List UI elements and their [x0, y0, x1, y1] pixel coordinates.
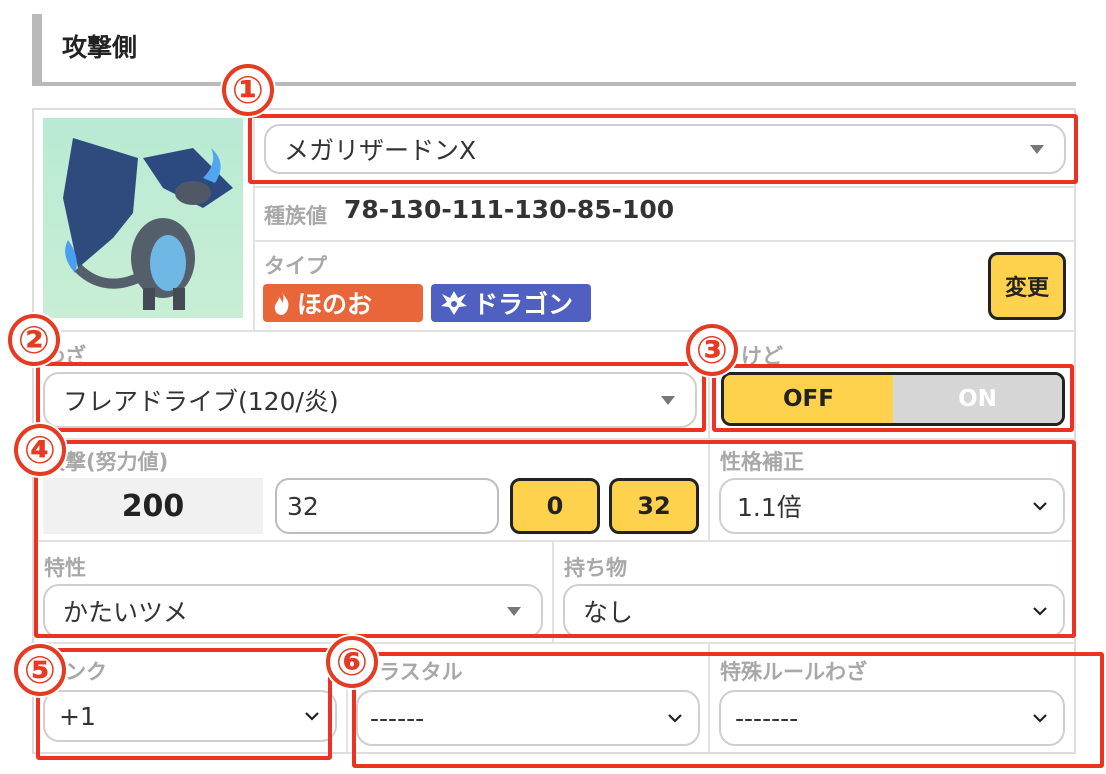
divider [34, 642, 1075, 644]
type-label: タイプ [264, 254, 327, 278]
divider [34, 330, 1075, 332]
change-type-button[interactable]: 変更 [988, 252, 1066, 320]
base-stats-value: 78-130-111-130-85-100 [344, 195, 675, 224]
type-badge-dragon: ドラゴン [431, 284, 591, 322]
dragon-icon [441, 291, 467, 315]
annotation-box-2 [36, 362, 706, 432]
heading-underline [32, 82, 1076, 86]
annotation-marker-3: ③ [686, 324, 738, 376]
pokemon-image [43, 118, 243, 318]
type-badge-label: ドラゴン [473, 290, 574, 319]
annotation-marker-4: ④ [14, 424, 66, 476]
annotation-box-5 [36, 648, 332, 760]
annotation-marker-2: ② [8, 314, 60, 366]
divider [253, 186, 1075, 188]
fire-icon [274, 292, 289, 315]
base-stats-label: 種族値 [264, 204, 327, 228]
heading-accent-bar [32, 14, 42, 86]
divider [253, 240, 1075, 242]
annotation-marker-5: ⑤ [14, 644, 66, 696]
annotation-marker-6: ⑥ [326, 636, 378, 688]
section-title: 攻撃側 [62, 33, 138, 62]
annotation-box-3 [712, 364, 1074, 432]
annotation-box-6 [352, 652, 1104, 768]
type-badge-label: ほのお [297, 290, 373, 319]
type-badge-fire: ほのお [263, 284, 423, 322]
annotation-box-1 [248, 114, 1078, 184]
annotation-marker-1: ① [222, 64, 274, 116]
annotation-box-4 [34, 440, 1076, 638]
